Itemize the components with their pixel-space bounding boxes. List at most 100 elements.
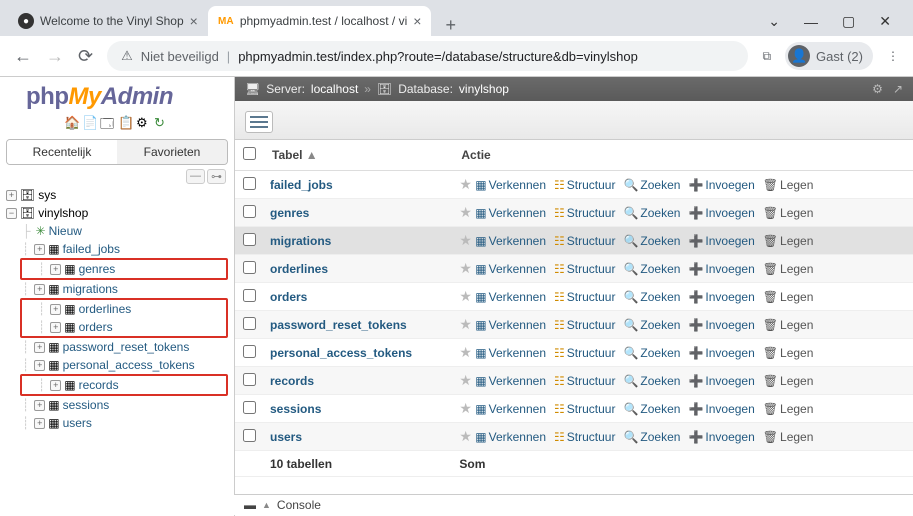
structure-action[interactable]: ☷ Structuur bbox=[554, 402, 615, 416]
reload-tree-icon[interactable]: ↻ bbox=[154, 115, 170, 131]
tree-expander[interactable]: + bbox=[50, 322, 61, 333]
insert-action[interactable]: ➕ Invoegen bbox=[688, 178, 754, 192]
structure-action[interactable]: ☷ Structuur bbox=[554, 262, 615, 276]
browse-action[interactable]: ▦ Verkennen bbox=[475, 290, 546, 304]
tree-expander[interactable]: + bbox=[34, 342, 45, 353]
empty-action[interactable]: 🗑 Legen bbox=[763, 374, 814, 388]
browser-tab-2[interactable]: MA phpmyadmin.test / localhost / vi × bbox=[208, 6, 432, 36]
tree-table[interactable]: personal_access_tokens bbox=[63, 358, 195, 372]
structure-action[interactable]: ☷ Structuur bbox=[554, 374, 615, 388]
tree-expander[interactable]: + bbox=[50, 304, 61, 315]
search-action[interactable]: 🔍 Zoeken bbox=[623, 430, 680, 444]
insert-action[interactable]: ➕ Invoegen bbox=[688, 318, 754, 332]
empty-action[interactable]: 🗑 Legen bbox=[763, 206, 814, 220]
insert-action[interactable]: ➕ Invoegen bbox=[688, 234, 754, 248]
reload-button[interactable]: ⟳ bbox=[78, 46, 93, 67]
docs-icon[interactable]: 📋 bbox=[118, 115, 134, 131]
profile-button[interactable]: 👤 Gast (2) bbox=[785, 42, 873, 70]
table-row[interactable]: records★ ▦ Verkennen☷ Structuur🔍 Zoeken➕… bbox=[235, 367, 913, 395]
exit-icon[interactable]: 📄 bbox=[82, 115, 98, 131]
link-icon[interactable]: ⊶ bbox=[207, 169, 226, 184]
maximize-icon[interactable]: ▢ bbox=[842, 13, 855, 30]
table-row[interactable]: failed_jobs★ ▦ Verkennen☷ Structuur🔍 Zoe… bbox=[235, 171, 913, 199]
search-action[interactable]: 🔍 Zoeken bbox=[623, 346, 680, 360]
logo[interactable]: phpMyAdmin bbox=[6, 81, 228, 113]
tab-favorites[interactable]: Favorieten bbox=[117, 140, 227, 164]
url-input[interactable]: ⚠ Niet beveiligd | phpmyadmin.test/index… bbox=[107, 41, 748, 71]
table-link[interactable]: migrations bbox=[270, 234, 331, 248]
search-action[interactable]: 🔍 Zoeken bbox=[623, 206, 680, 220]
insert-action[interactable]: ➕ Invoegen bbox=[688, 374, 754, 388]
home-icon[interactable]: 🏠 bbox=[64, 115, 80, 131]
search-action[interactable]: 🔍 Zoeken bbox=[623, 262, 680, 276]
collapse-icon[interactable]: — bbox=[186, 169, 205, 184]
browse-action[interactable]: ▦ Verkennen bbox=[475, 374, 546, 388]
settings-icon[interactable]: ⚙ bbox=[872, 82, 883, 96]
tree-expander[interactable]: + bbox=[6, 190, 17, 201]
browser-tab-1[interactable]: ● Welcome to the Vinyl Shop × bbox=[8, 6, 208, 36]
table-link[interactable]: sessions bbox=[270, 402, 321, 416]
star-icon[interactable]: ★ bbox=[459, 260, 472, 276]
browse-action[interactable]: ▦ Verkennen bbox=[475, 234, 546, 248]
table-link[interactable]: password_reset_tokens bbox=[270, 318, 407, 332]
table-row[interactable]: orders★ ▦ Verkennen☷ Structuur🔍 Zoeken➕ … bbox=[235, 283, 913, 311]
search-action[interactable]: 🔍 Zoeken bbox=[623, 290, 680, 304]
empty-action[interactable]: 🗑 Legen bbox=[763, 430, 814, 444]
browse-action[interactable]: ▦ Verkennen bbox=[475, 178, 546, 192]
table-row[interactable]: password_reset_tokens★ ▦ Verkennen☷ Stru… bbox=[235, 311, 913, 339]
col-table[interactable]: Tabel ▲ bbox=[264, 140, 453, 171]
table-row[interactable]: sessions★ ▦ Verkennen☷ Structuur🔍 Zoeken… bbox=[235, 395, 913, 423]
console-bar[interactable]: ▬ ▲ Console bbox=[234, 494, 913, 515]
row-checkbox[interactable] bbox=[243, 177, 256, 190]
menu-icon[interactable]: ⋮ bbox=[887, 49, 899, 63]
minimize-icon[interactable]: — bbox=[804, 14, 818, 30]
table-row[interactable]: migrations★ ▦ Verkennen☷ Structuur🔍 Zoek… bbox=[235, 227, 913, 255]
browse-action[interactable]: ▦ Verkennen bbox=[475, 430, 546, 444]
tab-recent[interactable]: Recentelijk bbox=[7, 140, 117, 164]
star-icon[interactable]: ★ bbox=[459, 344, 472, 360]
table-link[interactable]: orderlines bbox=[270, 262, 328, 276]
new-tab-button[interactable]: + bbox=[431, 15, 470, 36]
star-icon[interactable]: ★ bbox=[459, 372, 472, 388]
table-row[interactable]: personal_access_tokens ★ ▦ Verkennen ☷ Str… bbox=[235, 339, 913, 367]
menu-toggle[interactable] bbox=[245, 111, 273, 133]
empty-action[interactable]: 🗑 Legen bbox=[763, 178, 814, 192]
breadcrumb-db[interactable]: vinylshop bbox=[459, 82, 509, 96]
row-checkbox[interactable] bbox=[243, 233, 256, 246]
search-action[interactable]: 🔍 Zoeken bbox=[623, 234, 680, 248]
gear-icon[interactable]: ⚙ bbox=[136, 115, 152, 131]
table-link[interactable]: personal_access_tokens bbox=[270, 346, 412, 360]
tree-table[interactable]: password_reset_tokens bbox=[63, 340, 190, 354]
tree-expander[interactable]: + bbox=[34, 418, 45, 429]
browse-action[interactable]: ▦ Verkennen bbox=[475, 318, 546, 332]
tree-expander[interactable]: + bbox=[34, 284, 45, 295]
table-row[interactable]: orderlines★ ▦ Verkennen☷ Structuur🔍 Zoek… bbox=[235, 255, 913, 283]
star-icon[interactable]: ★ bbox=[459, 204, 472, 220]
table-row[interactable]: users★ ▦ Verkennen☷ Structuur🔍 Zoeken➕ I… bbox=[235, 423, 913, 451]
close-window-icon[interactable]: ✕ bbox=[879, 13, 891, 30]
star-icon[interactable]: ★ bbox=[459, 176, 472, 192]
table-link[interactable]: genres bbox=[270, 206, 309, 220]
tree-table[interactable]: failed_jobs bbox=[63, 242, 120, 256]
empty-action[interactable]: 🗑 Legen bbox=[763, 234, 814, 248]
close-icon[interactable]: × bbox=[190, 13, 198, 29]
search-action[interactable]: 🔍 Zoeken bbox=[623, 318, 680, 332]
structure-action[interactable]: ☷ Structuur bbox=[554, 346, 615, 360]
tree-table[interactable]: genres bbox=[79, 262, 116, 276]
empty-action[interactable]: 🗑 Legen bbox=[763, 290, 814, 304]
tree-new[interactable]: Nieuw bbox=[49, 224, 82, 238]
star-icon[interactable]: ★ bbox=[459, 288, 472, 304]
tree-expander[interactable]: − bbox=[6, 208, 17, 219]
browse-action[interactable]: ▦ Verkennen bbox=[475, 346, 546, 360]
structure-action[interactable]: ☷ Structuur bbox=[554, 430, 615, 444]
tree-expander[interactable]: + bbox=[34, 360, 45, 371]
row-checkbox[interactable] bbox=[243, 429, 256, 442]
empty-action[interactable]: 🗑 Legen bbox=[763, 346, 814, 360]
back-button[interactable]: ← bbox=[14, 46, 32, 67]
row-checkbox[interactable] bbox=[243, 373, 256, 386]
row-checkbox[interactable] bbox=[243, 401, 256, 414]
structure-action[interactable]: ☷ Structuur bbox=[554, 290, 615, 304]
structure-action[interactable]: ☷ Structuur bbox=[554, 206, 615, 220]
browse-action[interactable]: ▦ Verkennen bbox=[475, 206, 546, 220]
table-link[interactable]: records bbox=[270, 374, 314, 388]
